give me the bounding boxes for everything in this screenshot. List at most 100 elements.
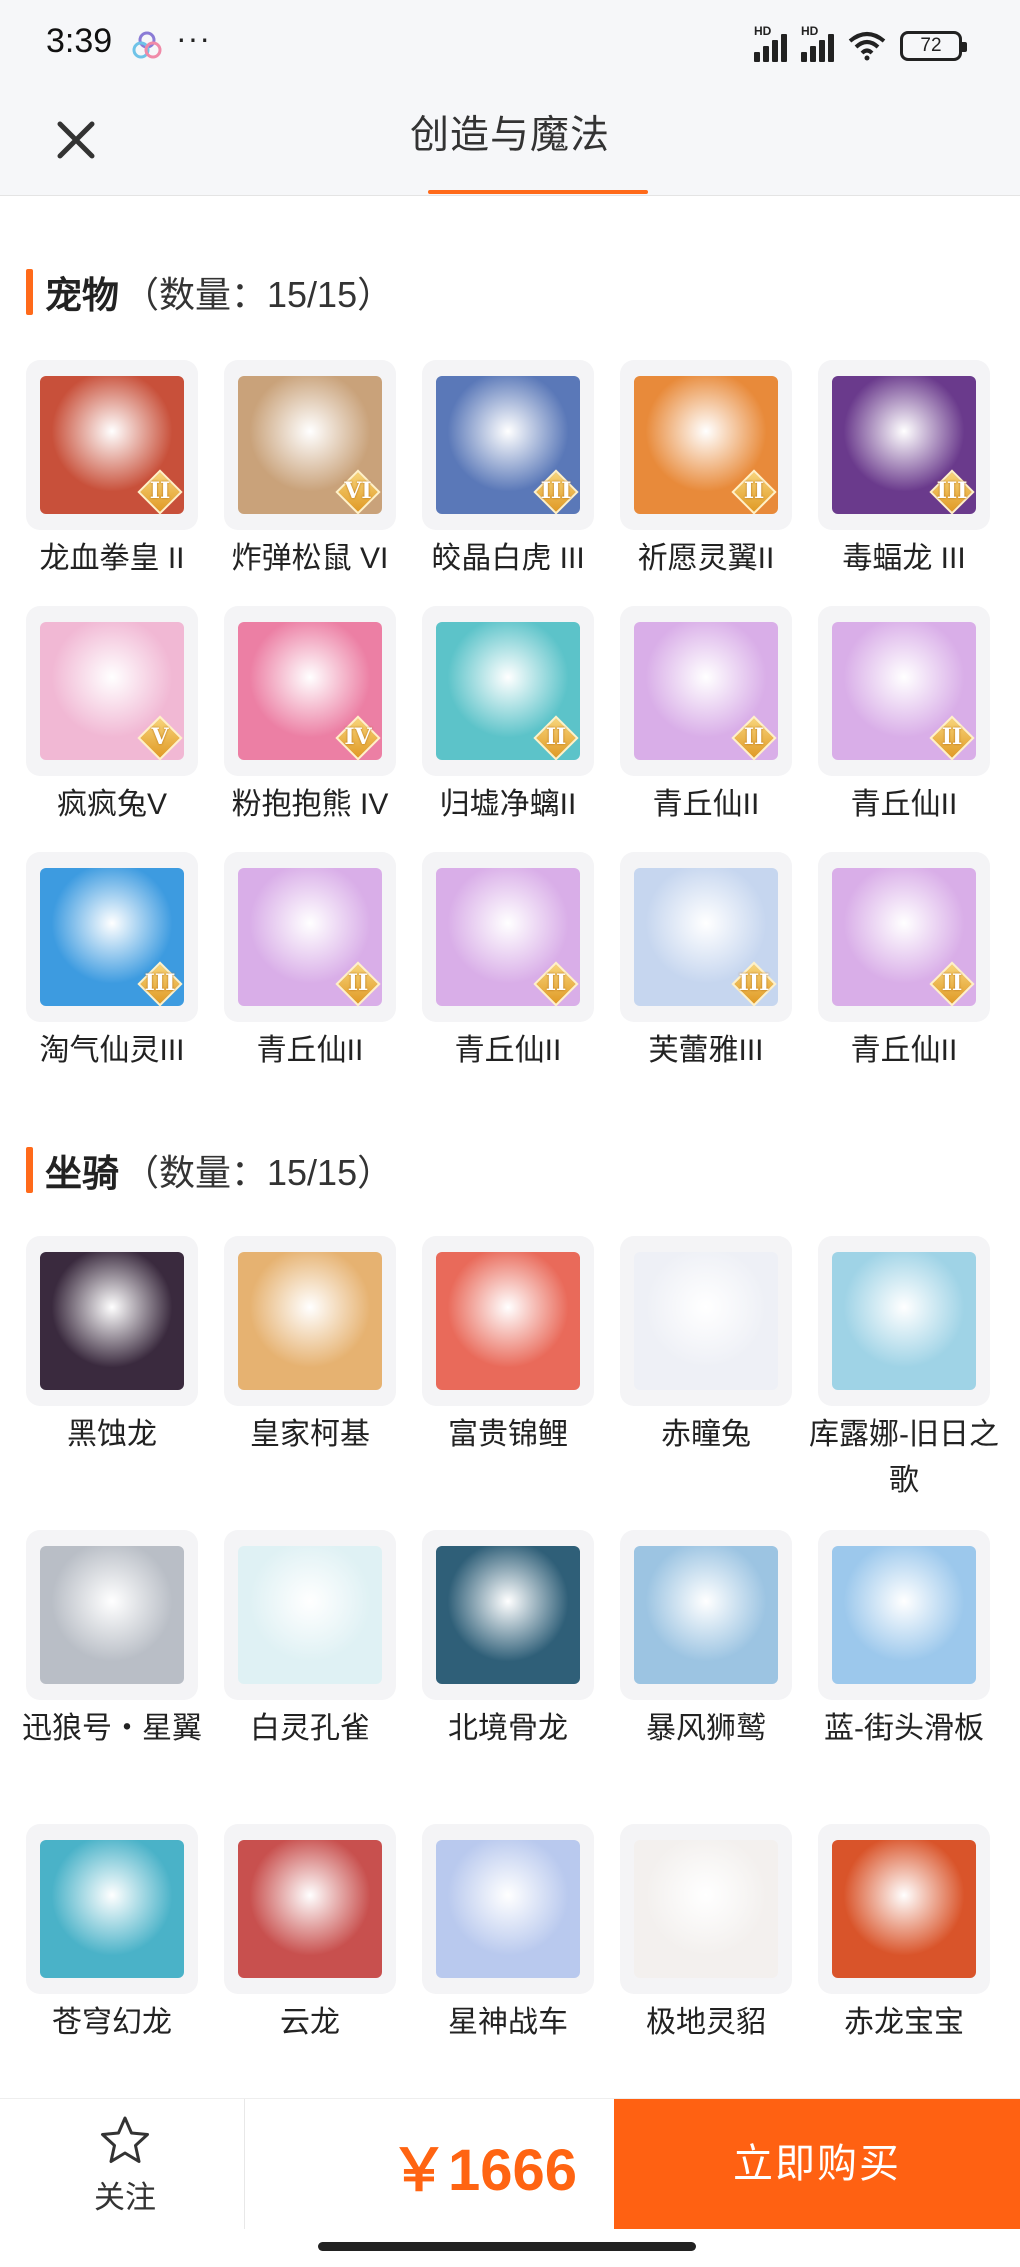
item-thumbnail: III: [26, 852, 198, 1022]
item-thumbnail: II: [26, 360, 198, 530]
item-label: 青丘仙II: [850, 1034, 958, 1067]
mount-card[interactable]: 赤瞳兔: [620, 1236, 792, 1458]
item-thumbnail: II: [620, 606, 792, 776]
section-accent-bar: [26, 269, 33, 315]
pet-card[interactable]: II 归墟净螭II: [422, 606, 594, 828]
rank-badge-icon: II: [730, 714, 778, 762]
item-thumbnail: II: [818, 852, 990, 1022]
follow-label: 关注: [94, 2180, 156, 2215]
pet-card[interactable]: II 青丘仙II: [818, 852, 990, 1074]
item-thumbnail: [224, 1236, 396, 1406]
item-label: 归墟净螭II: [439, 788, 577, 821]
item-label: 皎晶白虎 III: [431, 542, 585, 575]
pet-card[interactable]: II 青丘仙II: [620, 606, 792, 828]
pet-card[interactable]: II 祈愿灵翼II: [620, 360, 792, 582]
black-eclipse-dragon-icon: [40, 1252, 184, 1390]
item-thumbnail: [422, 1824, 594, 1994]
cloud-dragon-icon: [238, 1840, 382, 1978]
mount-card[interactable]: 迅狼号・星翼: [22, 1530, 202, 1752]
pet-card[interactable]: III 芙蕾雅III: [620, 852, 792, 1074]
item-label: 星神战车: [448, 2006, 568, 2039]
section-accent-bar: [26, 1147, 33, 1193]
item-thumbnail: II: [422, 606, 594, 776]
rank-badge-icon: V: [136, 714, 184, 762]
star-god-chariot-icon: [436, 1840, 580, 1978]
pet-card[interactable]: III 淘气仙灵III: [26, 852, 198, 1074]
blue-skateboard-icon: [832, 1546, 976, 1684]
pet-card[interactable]: V 疯疯兔V: [26, 606, 198, 828]
home-indicator[interactable]: [318, 2242, 696, 2251]
mount-card[interactable]: 富贵锦鲤: [422, 1236, 594, 1458]
sky-phantom-dragon-icon: [40, 1840, 184, 1978]
item-label: 赤龙宝宝: [844, 2006, 964, 2039]
storm-griffin-icon: [634, 1546, 778, 1684]
item-label: 赤瞳兔: [661, 1418, 751, 1451]
page-header: 创造与魔法: [0, 90, 1020, 196]
rank-badge-icon: II: [532, 960, 580, 1008]
mount-card[interactable]: 暴风狮鹫: [620, 1530, 792, 1752]
section-count: （数量：15/15）: [123, 274, 394, 315]
status-indicators: HD HD 72: [754, 24, 967, 64]
item-label: 苍穹幻龙: [52, 2006, 172, 2039]
item-label: 祈愿灵翼II: [637, 542, 775, 575]
mount-card[interactable]: 云龙: [224, 1824, 396, 2046]
rank-badge-icon: IV: [334, 714, 382, 762]
mounts-section-title: 坐骑 （数量：15/15）: [26, 1146, 393, 1194]
title-underline: [428, 190, 648, 194]
item-thumbnail: [620, 1236, 792, 1406]
item-thumbnail: II: [224, 852, 396, 1022]
item-label: 库露娜-旧日之歌: [809, 1418, 999, 1497]
item-thumbnail: [422, 1530, 594, 1700]
mount-card[interactable]: 星神战车: [422, 1824, 594, 2046]
follow-button[interactable]: 关注: [70, 2115, 180, 2217]
item-thumbnail: [26, 1236, 198, 1406]
item-label: 黑蚀龙: [67, 1418, 157, 1451]
pet-card[interactable]: III 皎晶白虎 III: [422, 360, 594, 582]
item-thumbnail: [26, 1530, 198, 1700]
item-thumbnail: [224, 1530, 396, 1700]
mount-card[interactable]: 库露娜-旧日之歌: [809, 1236, 999, 1504]
rank-badge-icon: II: [730, 468, 778, 516]
rank-badge-icon: II: [136, 468, 184, 516]
mount-card[interactable]: 赤龙宝宝: [818, 1824, 990, 2046]
mount-card[interactable]: 黑蚀龙: [26, 1236, 198, 1458]
item-label: 疯疯兔V: [56, 788, 167, 821]
royal-corgi-icon: [238, 1252, 382, 1390]
item-thumbnail: [422, 1236, 594, 1406]
signal-icon: HD: [801, 24, 834, 62]
mount-card[interactable]: 极地灵貂: [620, 1824, 792, 2046]
rank-badge-icon: VI: [334, 468, 382, 516]
pet-card[interactable]: II 青丘仙II: [422, 852, 594, 1074]
status-time: 3:39: [46, 22, 113, 60]
mount-card[interactable]: 白灵孔雀: [224, 1530, 396, 1752]
item-label: 白灵孔雀: [250, 1712, 370, 1745]
rank-badge-icon: II: [334, 960, 382, 1008]
pet-card[interactable]: IV 粉抱抱熊 IV: [224, 606, 396, 828]
pet-card[interactable]: III 毒蝠龙 III: [818, 360, 990, 582]
item-thumbnail: [818, 1824, 990, 1994]
item-label: 青丘仙II: [256, 1034, 364, 1067]
star-wing-wolf-icon: [40, 1546, 184, 1684]
item-label: 迅狼号・星翼: [22, 1712, 202, 1745]
pet-card[interactable]: VI 炸弹松鼠 VI: [224, 360, 396, 582]
item-thumbnail: [26, 1824, 198, 1994]
item-thumbnail: [620, 1530, 792, 1700]
item-thumbnail: III: [620, 852, 792, 1022]
item-thumbnail: [620, 1824, 792, 1994]
mount-card[interactable]: 皇家柯基: [224, 1236, 396, 1458]
mount-card[interactable]: 苍穹幻龙: [26, 1824, 198, 2046]
item-label: 极地灵貂: [646, 2006, 766, 2039]
signal-icon: HD: [754, 24, 787, 62]
pets-grid: II 龙血拳皇 II VI 炸弹松鼠 VI III 皎晶白虎 III II 祈愿灵翼II III…: [26, 360, 996, 1080]
item-label: 富贵锦鲤: [448, 1418, 568, 1451]
mount-card[interactable]: 蓝-街头滑板: [818, 1530, 990, 1752]
item-thumbnail: IV: [224, 606, 396, 776]
pet-card[interactable]: II 青丘仙II: [818, 606, 990, 828]
item-label: 毒蝠龙 III: [842, 542, 966, 575]
buy-now-button[interactable]: 立即购买: [614, 2099, 1020, 2229]
pet-card[interactable]: II 龙血拳皇 II: [26, 360, 198, 582]
price-label: ￥1666: [390, 2138, 578, 2203]
pet-card[interactable]: II 青丘仙II: [224, 852, 396, 1074]
item-thumbnail: III: [818, 360, 990, 530]
mount-card[interactable]: 北境骨龙: [422, 1530, 594, 1752]
